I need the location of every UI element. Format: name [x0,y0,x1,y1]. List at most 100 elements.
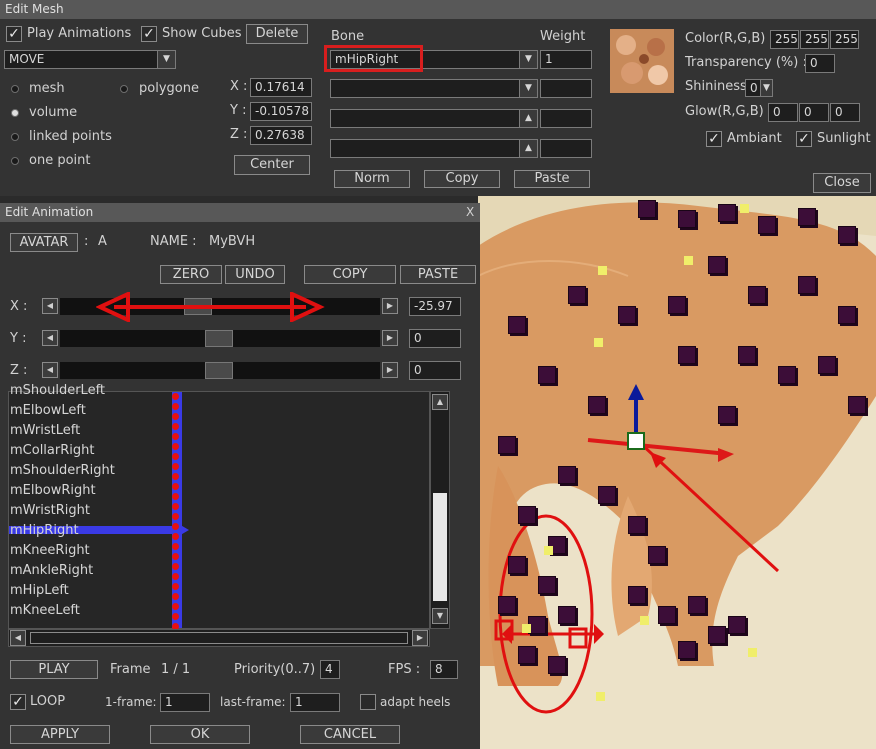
keyframe-marker[interactable] [172,603,179,610]
list-scroll-up-arrow[interactable]: ▲ [432,394,448,410]
list-hscroll-thumb[interactable] [30,632,408,644]
fps-field[interactable]: 8 [430,660,458,679]
keyframe-marker[interactable] [172,423,179,430]
z-slider-left-arrow[interactable]: ◀ [42,362,58,378]
bone-select-2[interactable]: ▼ [330,79,538,98]
chevron-down-icon[interactable]: ▼ [519,80,537,97]
color-r-field[interactable]: 255 [770,30,799,49]
color-b-field[interactable]: 255 [830,30,859,49]
close-icon[interactable]: X [466,205,474,219]
anim-x-field[interactable]: -25.97 [409,297,461,316]
radio-linked-points[interactable] [11,133,19,141]
glow-b-field[interactable]: 0 [830,103,860,122]
mesh-copy-button[interactable]: Copy [424,170,500,188]
chevron-down-icon[interactable]: ▼ [157,51,175,68]
list-scroll-left-arrow[interactable]: ◀ [10,630,26,646]
radio-one-point[interactable] [11,157,19,165]
sunlight-checkbox[interactable]: ✓ [796,131,812,147]
play-button[interactable]: PLAY [10,660,98,679]
z-slider-thumb[interactable] [205,362,233,379]
keyframe-marker[interactable] [172,493,179,500]
glow-g-field[interactable]: 0 [799,103,829,122]
loop-checkbox[interactable]: ✓ [10,694,26,710]
zero-button[interactable]: ZERO [160,265,222,284]
chevron-up-icon[interactable]: ▲ [519,110,537,127]
texture-thumbnail[interactable] [610,29,674,93]
mesh-y-field[interactable]: -0.10578 [250,102,312,121]
keyframe-marker[interactable] [172,593,179,600]
keyframe-marker[interactable] [172,613,179,620]
y-slider-thumb[interactable] [205,330,233,347]
keyframe-marker[interactable] [172,483,179,490]
list-scroll-down-arrow[interactable]: ▼ [432,608,448,624]
list-vscroll-thumb[interactable] [433,493,447,601]
glow-r-field[interactable]: 0 [768,103,798,122]
delete-button[interactable]: Delete [246,24,308,44]
apply-button[interactable]: APPLY [10,725,110,744]
viewport-3d[interactable] [478,196,876,749]
list-scroll-right-arrow[interactable]: ▶ [412,630,428,646]
weight-field-2[interactable] [540,79,592,98]
anim-y-field[interactable]: 0 [409,329,461,348]
keyframe-marker[interactable] [172,533,179,540]
radio-mesh[interactable] [11,85,19,93]
x-slider-right-arrow[interactable]: ▶ [382,298,398,314]
keyframe-marker[interactable] [172,543,179,550]
weight-field-4[interactable] [540,139,592,158]
mesh-z-field[interactable]: 0.27638 [250,126,312,145]
transparency-field[interactable]: 0 [805,54,835,73]
close-button[interactable]: Close [813,173,871,193]
y-slider-left-arrow[interactable]: ◀ [42,330,58,346]
bone-list-item[interactable]: mAnkleRight [10,561,93,581]
show-cubes-checkbox[interactable]: ✓ [141,26,157,42]
priority-field[interactable]: 4 [320,660,340,679]
bone-list-item[interactable]: mCollarRight [10,441,94,461]
chevron-down-icon[interactable]: ▼ [760,80,772,96]
bone-list-item[interactable]: mKneeLeft [10,601,80,621]
weight-field-1[interactable]: 1 [540,50,592,69]
keyframe-marker[interactable] [172,393,179,400]
keyframe-marker[interactable] [172,463,179,470]
ok-button[interactable]: OK [150,725,250,744]
bone-list-item[interactable]: mShoulderRight [10,461,115,481]
first-frame-field[interactable]: 1 [160,693,210,712]
keyframe-marker[interactable] [172,473,179,480]
x-slider-left-arrow[interactable]: ◀ [42,298,58,314]
bone-list-item[interactable]: mElbowLeft [10,401,86,421]
y-slider-right-arrow[interactable]: ▶ [382,330,398,346]
anim-copy-button[interactable]: COPY [304,265,396,284]
chevron-up-icon[interactable]: ▲ [519,140,537,157]
keyframe-marker[interactable] [172,403,179,410]
bone-select-4[interactable]: ▲ [330,139,538,158]
chevron-down-icon[interactable]: ▼ [519,51,537,68]
bone-list-item[interactable]: mHipLeft [10,581,69,601]
bone-list-item[interactable]: mShoulderLeft [10,381,105,401]
bone-list-item[interactable]: mWristLeft [10,421,80,441]
anim-paste-button[interactable]: PASTE [400,265,476,284]
anim-z-field[interactable]: 0 [409,361,461,380]
color-g-field[interactable]: 255 [800,30,829,49]
bone-list-item[interactable]: mWristRight [10,501,90,521]
mesh-x-field[interactable]: 0.17614 [250,78,312,97]
keyframe-marker[interactable] [172,453,179,460]
z-slider-right-arrow[interactable]: ▶ [382,362,398,378]
bone-list-item[interactable]: mKneeRight [10,541,90,561]
keyframe-marker[interactable] [172,413,179,420]
ambiant-checkbox[interactable]: ✓ [706,131,722,147]
keyframe-marker[interactable] [172,433,179,440]
center-button[interactable]: Center [234,155,310,175]
adapt-heels-checkbox[interactable] [360,694,376,710]
bone-select-3[interactable]: ▲ [330,109,538,128]
weight-field-3[interactable] [540,109,592,128]
radio-volume[interactable] [11,109,19,117]
bone-list-item[interactable]: mHipRight [10,521,79,541]
norm-button[interactable]: Norm [334,170,410,188]
keyframe-marker[interactable] [172,553,179,560]
shininess-select[interactable]: 0 ▼ [745,79,773,97]
avatar-button[interactable]: AVATAR [10,233,78,252]
bone-list-item[interactable]: mElbowRight [10,481,96,501]
keyframe-marker[interactable] [172,513,179,520]
last-frame-field[interactable]: 1 [290,693,340,712]
mode-select[interactable]: MOVE ▼ [4,50,176,69]
keyframe-marker[interactable] [172,573,179,580]
